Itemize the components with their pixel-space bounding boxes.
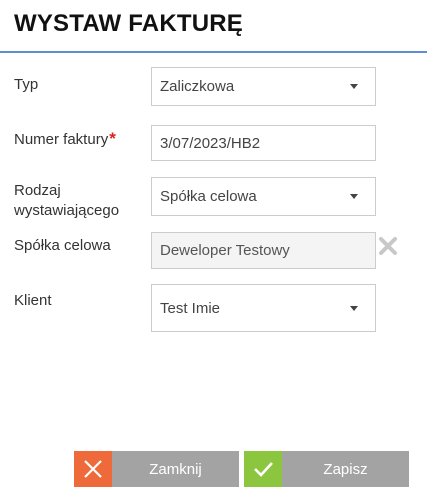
- issuer-kind-select-value: Spółka celowa: [160, 188, 257, 205]
- close-icon: [74, 451, 112, 487]
- invoice-number-value: 3/07/2023/HB2: [160, 134, 261, 152]
- client-select-value: Test Imie: [160, 299, 221, 317]
- issuer-kind-label-line2: wystawiającego: [14, 202, 120, 219]
- check-icon: [244, 451, 282, 487]
- type-label: Typ: [14, 76, 39, 93]
- invoice-number-input[interactable]: 3/07/2023/HB2: [151, 125, 376, 161]
- issuer-kind-label: Rodzaj wystawiającego: [14, 181, 119, 221]
- type-select-value: Zaliczkowa: [160, 78, 235, 95]
- chevron-down-icon: [350, 84, 358, 89]
- special-company-value: Deweloper Testowy: [160, 242, 290, 259]
- special-company-field[interactable]: Deweloper Testowy: [151, 232, 376, 269]
- issuer-kind-label-line1: Rodzaj: [14, 182, 61, 199]
- chevron-down-icon: [350, 194, 358, 199]
- issuer-kind-select[interactable]: Spółka celowa: [151, 177, 376, 216]
- client-label: Klient: [14, 292, 52, 309]
- chevron-down-icon: [350, 305, 358, 311]
- client-select[interactable]: Test Imie: [151, 284, 376, 332]
- dialog-title: WYSTAW FAKTURĘ: [14, 10, 244, 37]
- invoice-number-label: Numer faktury*: [14, 129, 116, 150]
- close-icon[interactable]: [378, 236, 398, 256]
- close-button[interactable]: Zamknij: [74, 451, 239, 487]
- invoice-number-label-text: Numer faktury: [14, 131, 109, 148]
- special-company-label: Spółka celowa: [14, 237, 111, 254]
- save-button-label: Zapisz: [282, 451, 409, 487]
- required-marker: *: [109, 129, 116, 148]
- type-select[interactable]: Zaliczkowa: [151, 67, 376, 106]
- save-button[interactable]: Zapisz: [244, 451, 409, 487]
- title-divider: [0, 51, 427, 53]
- close-button-label: Zamknij: [112, 451, 239, 487]
